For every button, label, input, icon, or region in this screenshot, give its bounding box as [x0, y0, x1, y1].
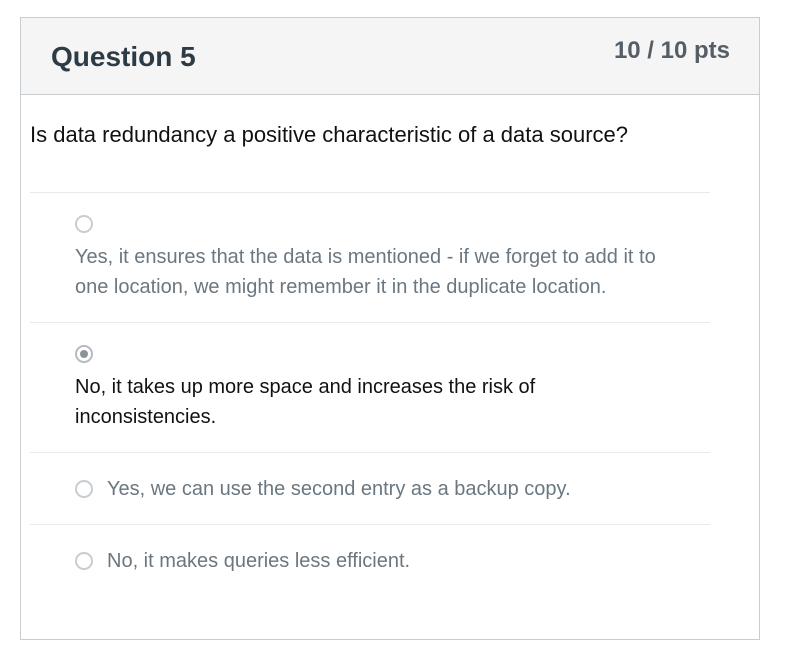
answer-list: Yes, it ensures that the data is mention… [30, 192, 710, 597]
radio-unchecked-icon[interactable] [75, 552, 93, 570]
radio-checked-icon[interactable] [75, 345, 93, 363]
answer-option-2[interactable]: No, it takes up more space and increases… [30, 323, 710, 453]
answer-text: Yes, we can use the second entry as a ba… [107, 477, 571, 500]
answer-text: No, it takes up more space and increases… [75, 376, 536, 428]
question-text: Is data redundancy a positive characteri… [30, 122, 629, 147]
question-header: Question 5 10 / 10 pts [21, 18, 759, 95]
answer-option-1[interactable]: Yes, it ensures that the data is mention… [30, 193, 710, 323]
radio-unchecked-icon[interactable] [75, 215, 93, 233]
radio-unchecked-icon[interactable] [75, 479, 93, 498]
answer-text: No, it makes queries less efficient. [107, 550, 411, 572]
answer-option-3[interactable]: Yes, we can use the second entry as a ba… [30, 453, 710, 525]
answer-option-4[interactable]: No, it makes queries less efficient. [30, 525, 710, 597]
question-title: Question 5 [51, 41, 196, 72]
question-points: 10 / 10 pts [613, 37, 730, 64]
answer-text: Yes, it ensures that the data is mention… [75, 246, 656, 298]
